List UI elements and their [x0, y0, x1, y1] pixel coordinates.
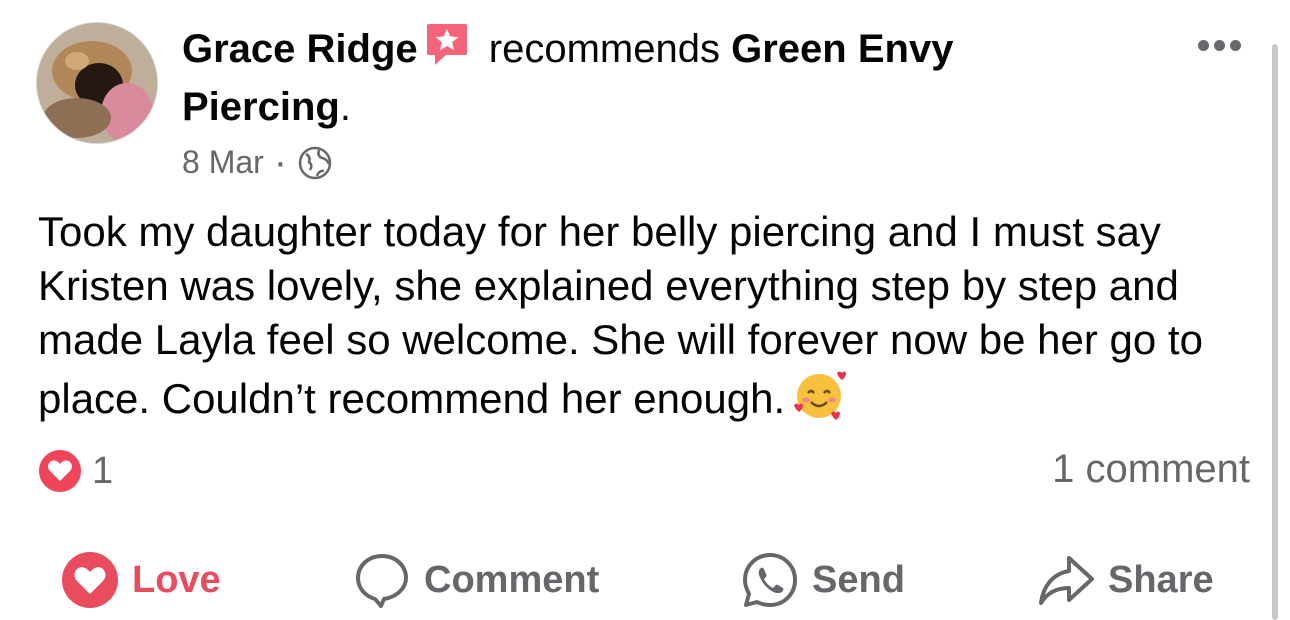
love-button[interactable]: Love: [60, 545, 221, 615]
post-body-text: Took my daughter today for her belly pie…: [38, 208, 1203, 422]
globe-icon: [297, 145, 333, 181]
comment-icon: [352, 550, 412, 610]
love-reaction-icon: [36, 447, 84, 495]
reaction-summary[interactable]: 1: [36, 447, 113, 495]
share-button[interactable]: Share: [1036, 545, 1214, 615]
post-header: Grace Ridge recommends Green Envy Pierci…: [182, 20, 1072, 136]
more-dot-icon: [1230, 40, 1241, 51]
recommends-text: recommends: [488, 27, 720, 71]
share-label: Share: [1108, 558, 1214, 601]
love-icon: [60, 550, 120, 610]
more-dot-icon: [1198, 40, 1209, 51]
recommendation-star-icon: [422, 20, 470, 68]
post-body: Took my daughter today for her belly pie…: [38, 205, 1248, 426]
love-label: Love: [132, 558, 221, 601]
comments-count[interactable]: 1 comment: [1052, 447, 1250, 492]
send-label: Send: [812, 558, 905, 601]
send-button[interactable]: Send: [740, 545, 905, 615]
comment-button[interactable]: Comment: [352, 545, 599, 615]
smiling-face-with-hearts-icon: [791, 367, 847, 423]
author-name[interactable]: Grace Ridge: [182, 27, 418, 71]
more-dot-icon: [1214, 40, 1225, 51]
facebook-post: Grace Ridge recommends Green Envy Pierci…: [0, 0, 1290, 620]
scrollbar[interactable]: [1272, 44, 1278, 620]
post-actions: Love Comment Send Share: [0, 545, 1265, 615]
post-meta: 8 Mar ·: [182, 140, 333, 185]
share-arrow-icon: [1036, 550, 1096, 610]
page-suffix: .: [339, 85, 351, 129]
author-avatar[interactable]: [36, 22, 158, 144]
comment-label: Comment: [424, 558, 600, 601]
whatsapp-icon: [740, 550, 800, 610]
post-date[interactable]: 8 Mar: [182, 144, 264, 181]
reaction-count: 1: [92, 449, 114, 492]
meta-separator: ·: [273, 140, 288, 184]
avatar-photo: [37, 23, 157, 143]
more-options-button[interactable]: [1198, 38, 1250, 62]
